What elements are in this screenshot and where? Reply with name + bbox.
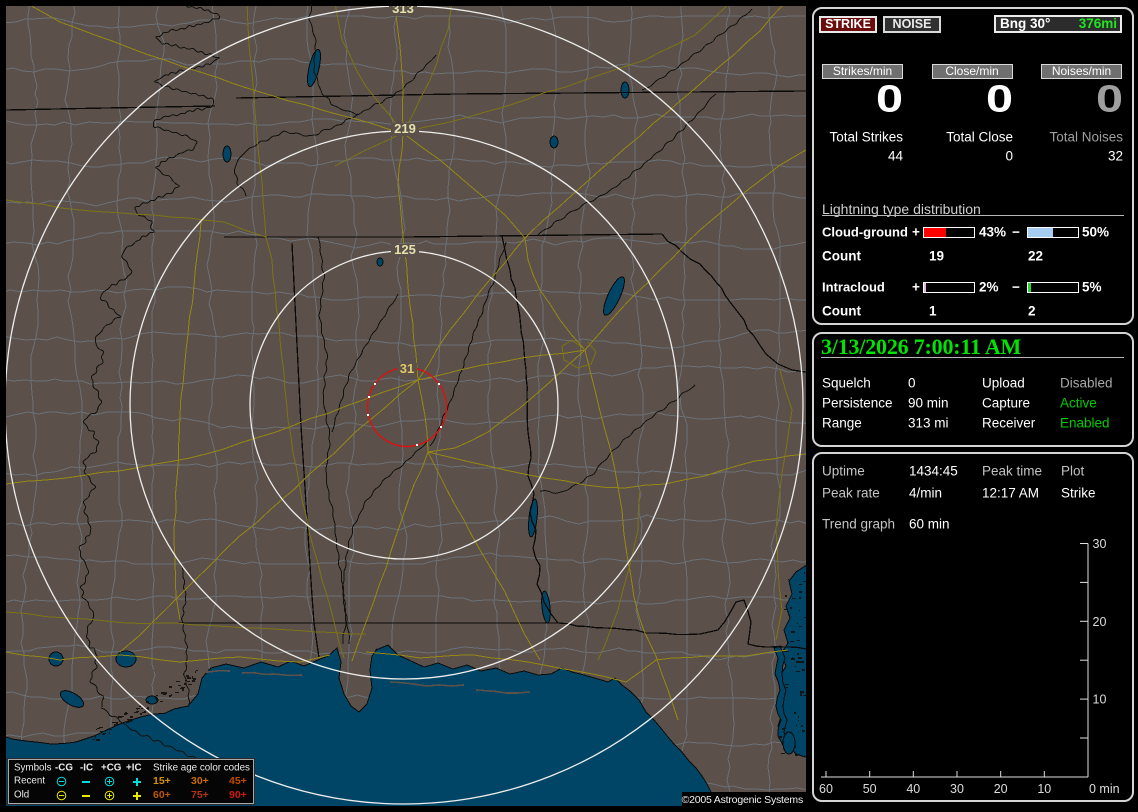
svg-text:31: 31 [400, 361, 414, 376]
svg-text:219: 219 [394, 121, 416, 136]
svg-text:20: 20 [1093, 615, 1107, 629]
svg-text:30: 30 [1093, 537, 1107, 551]
svg-text:60: 60 [819, 782, 833, 796]
svg-text:20: 20 [994, 782, 1008, 796]
svg-text:©2005 Astrogenic Systems: ©2005 Astrogenic Systems [682, 794, 803, 806]
svg-text:313: 313 [392, 6, 414, 16]
svg-text:40: 40 [906, 782, 920, 796]
svg-text:125: 125 [394, 242, 416, 257]
svg-text:10: 10 [1093, 693, 1107, 707]
svg-text:10: 10 [1037, 782, 1051, 796]
svg-text:0 min: 0 min [1089, 782, 1120, 796]
svg-text:30: 30 [950, 782, 964, 796]
svg-text:50: 50 [863, 782, 877, 796]
